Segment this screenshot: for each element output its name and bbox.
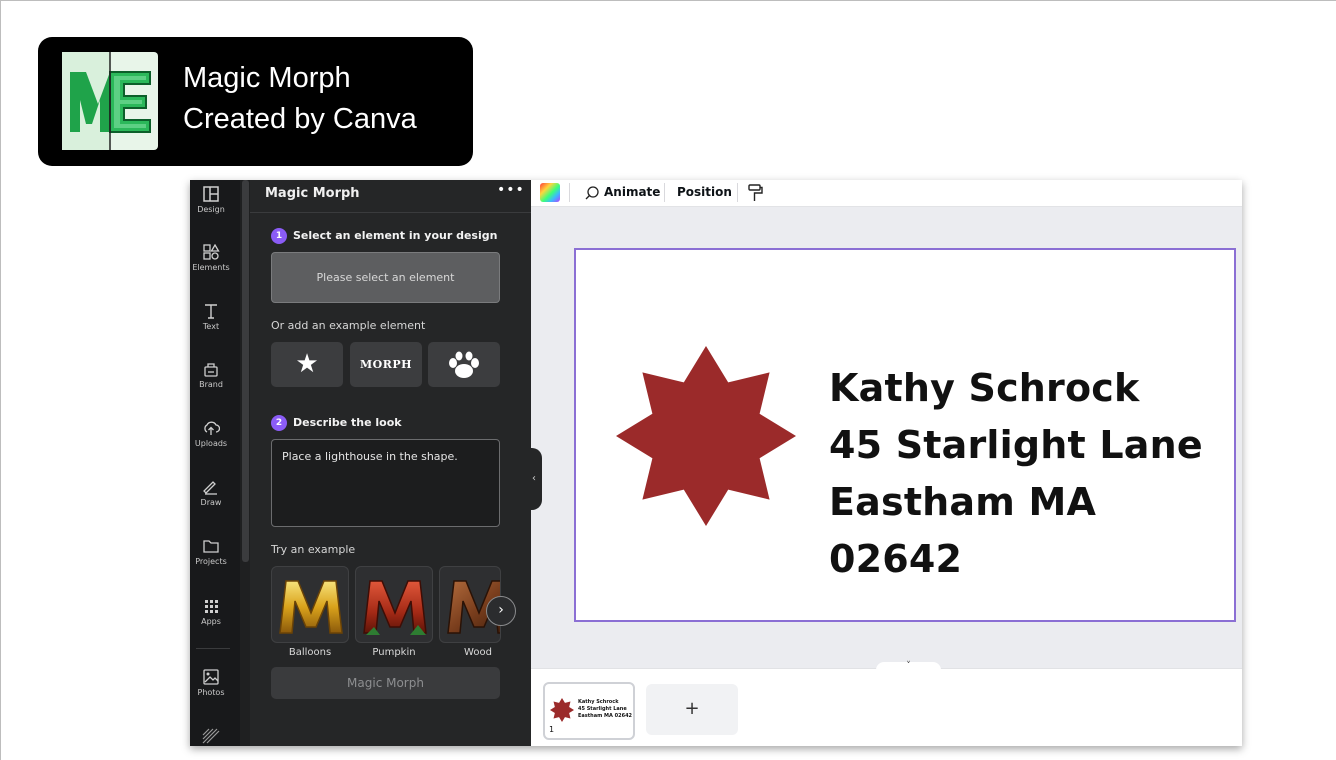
step-2: 2 Describe the look [271, 415, 402, 431]
rail-label: Apps [201, 617, 221, 626]
balloons-m-image [279, 580, 343, 634]
color-picker-button[interactable] [540, 183, 560, 202]
rail-label: Brand [199, 380, 223, 389]
rail-label: Draw [200, 498, 222, 507]
toolbar-divider [569, 183, 570, 202]
rail-item-text[interactable]: Text [190, 303, 232, 331]
editor-toolbar: Animate Position [531, 180, 1242, 207]
paw-icon [449, 351, 479, 378]
morph-text: MORPH [359, 358, 413, 371]
page-number: 1 [549, 725, 555, 734]
address-line-street: 45 Starlight Lane [829, 423, 1203, 467]
pages-strip: ˅ Kathy Schrock 45 Starlight Lane Eastha… [531, 662, 1242, 746]
rail-scrollbar[interactable] [242, 180, 249, 562]
rail-label: Projects [195, 557, 227, 566]
image-icon [203, 669, 219, 685]
design-page[interactable]: Kathy Schrock 45 Starlight Lane Eastham … [574, 248, 1236, 622]
or-add-label: Or add an example element [271, 319, 426, 332]
mini-star-shape [550, 698, 574, 722]
panel-title: Magic Morph [265, 186, 360, 201]
page-thumbnail[interactable]: Kathy Schrock 45 Starlight Lane Eastham … [543, 682, 635, 740]
left-rail: Design Elements Text Brand Uploads Draw [190, 180, 240, 746]
example-pumpkin-thumb[interactable] [355, 566, 433, 643]
example-paw-button[interactable] [428, 342, 500, 387]
position-button[interactable]: Position [677, 185, 732, 199]
add-page-button[interactable]: + [646, 684, 738, 735]
badge-title: Magic Morph [183, 62, 351, 94]
rail-item-brand[interactable]: Brand [190, 361, 232, 389]
step-number: 2 [271, 415, 287, 431]
example-label: Pumpkin [372, 647, 416, 658]
rail-label: Text [202, 322, 220, 331]
eight-point-star-shape[interactable] [616, 346, 796, 526]
mini-line: 45 Starlight Lane [578, 706, 627, 712]
toolbar-divider [737, 183, 738, 202]
address-text-block[interactable]: Kathy Schrock 45 Starlight Lane Eastham … [829, 360, 1234, 588]
panel-divider [250, 212, 531, 213]
collapse-panel-handle[interactable]: ‹ [526, 448, 542, 510]
brand-icon [204, 363, 218, 377]
grid-icon [205, 600, 218, 613]
layout-icon [203, 186, 219, 202]
mini-line: Kathy Schrock [578, 699, 619, 705]
rail-label: Uploads [194, 439, 228, 448]
describe-look-textarea[interactable]: Place a lighthouse in the shape. [271, 439, 500, 527]
shapes-icon [203, 244, 220, 260]
title-badge: Magic Morph Created by Canva [38, 37, 473, 166]
rail-label: Photos [197, 688, 225, 697]
step-label: Describe the look [293, 416, 402, 429]
step-label: Select an element in your design [293, 229, 498, 242]
rail-label: Design [197, 205, 225, 214]
step-1: 1 Select an element in your design [271, 228, 497, 244]
rail-item-design[interactable]: Design [190, 186, 232, 214]
rail-item-draw[interactable]: Draw [190, 479, 232, 507]
magic-morph-button[interactable]: Magic Morph [271, 667, 500, 699]
rail-item-projects[interactable]: Projects [190, 538, 232, 566]
mini-address: Kathy Schrock 45 Starlight Lane Eastham … [578, 699, 632, 720]
example-label: Wood [464, 647, 492, 658]
address-line-name: Kathy Schrock [829, 366, 1140, 410]
canva-app-window: Design Elements Text Brand Uploads Draw [190, 180, 1242, 746]
address-line-city: Eastham MA 02642 [829, 480, 1097, 581]
rail-item-elements[interactable]: Elements [190, 244, 232, 272]
step-number: 1 [271, 228, 287, 244]
text-icon [205, 304, 217, 319]
mini-line: Eastham MA 02642 [578, 713, 633, 719]
magic-morph-panel: Magic Morph ••• 1 Select an element in yo… [250, 180, 531, 746]
pattern-icon[interactable] [202, 728, 220, 744]
try-example-label: Try an example [271, 543, 356, 556]
pumpkin-m-image [363, 580, 427, 635]
example-balloons-thumb[interactable] [271, 566, 349, 643]
collapse-pages-icon[interactable]: ˅ [876, 662, 941, 671]
rail-divider [196, 648, 230, 649]
slide: Magic Morph Created by Canva Design Elem… [0, 0, 1336, 760]
badge-subtitle: Created by Canva [183, 103, 417, 135]
example-star-button[interactable]: ★ [271, 342, 343, 387]
paint-format-icon[interactable] [747, 183, 763, 203]
cloud-upload-icon [204, 421, 220, 435]
folder-icon [203, 540, 219, 553]
example-label: Balloons [288, 647, 332, 658]
animate-icon [585, 186, 599, 200]
magic-morph-logo-icon [62, 52, 158, 150]
animate-button[interactable]: Animate [604, 185, 660, 199]
rail-item-uploads[interactable]: Uploads [190, 420, 232, 448]
canvas-area: Animate Position Kathy Schrock 45 Starli… [531, 180, 1242, 746]
select-element-button[interactable]: Please select an element [271, 252, 500, 303]
pen-icon [203, 481, 217, 495]
example-morph-text-button[interactable]: MORPH [350, 342, 422, 387]
rail-item-photos[interactable]: Photos [190, 669, 232, 697]
star-icon: ★ [295, 349, 319, 379]
rail-item-apps[interactable]: Apps [190, 598, 232, 626]
next-examples-button[interactable]: › [486, 596, 516, 626]
rail-label: Elements [192, 263, 230, 272]
more-options-icon[interactable]: ••• [497, 182, 525, 198]
toolbar-divider [664, 183, 665, 202]
